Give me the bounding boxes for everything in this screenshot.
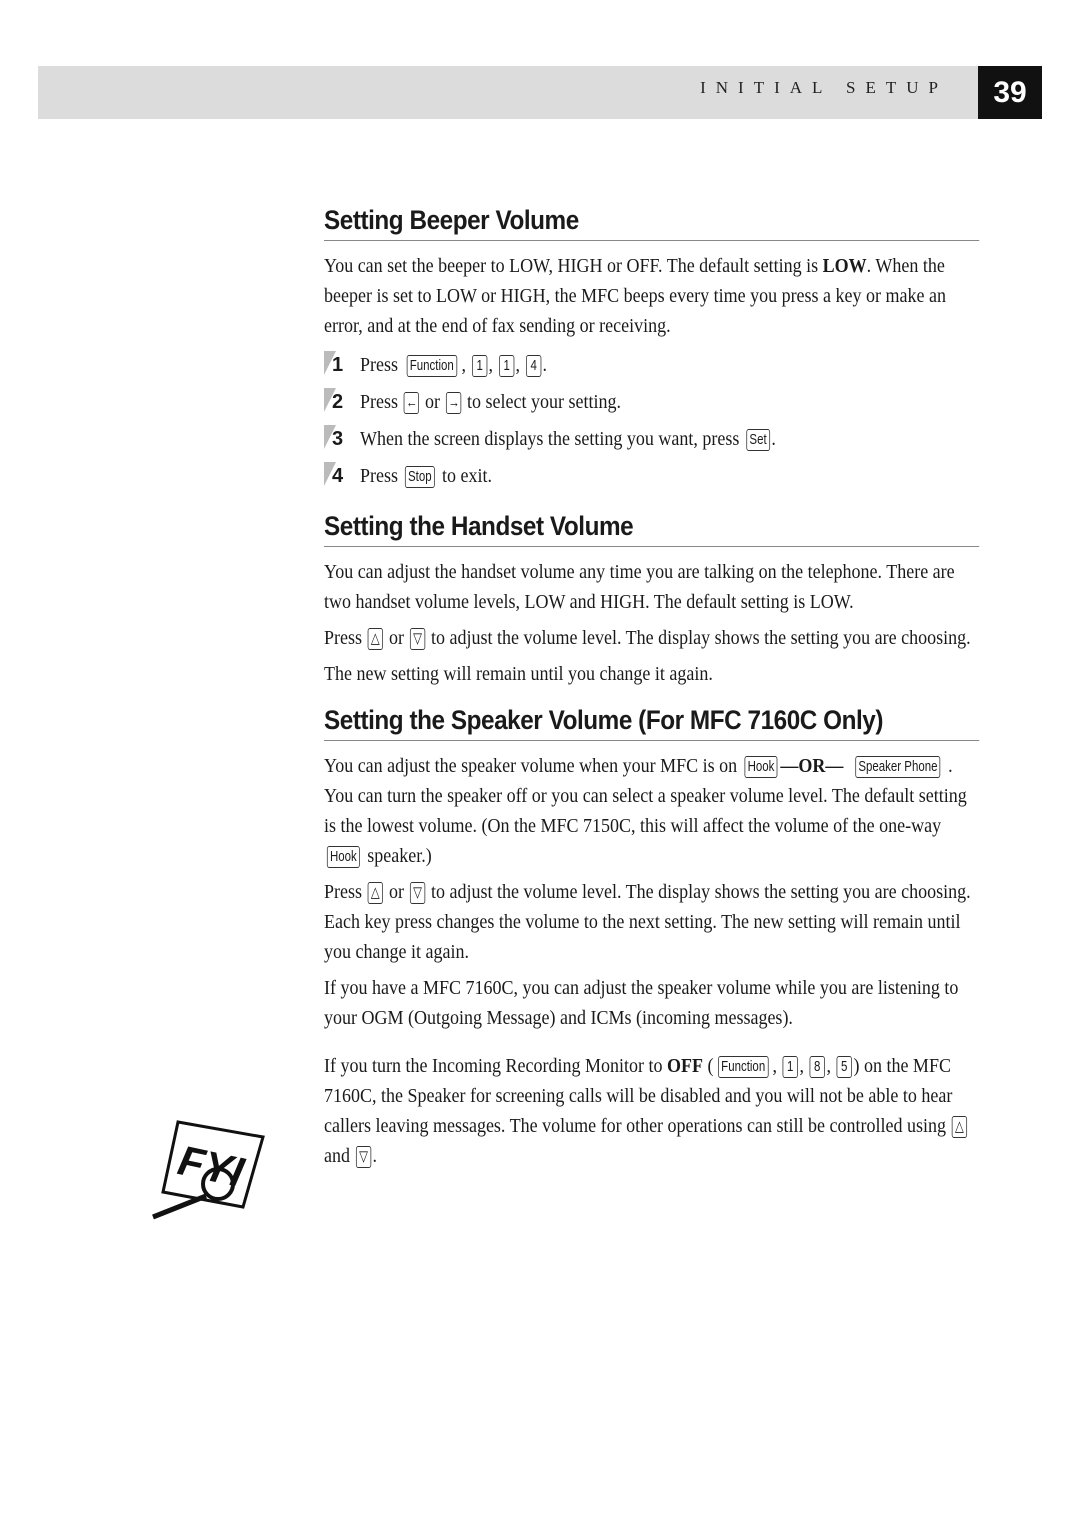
down-arrow-icon: ▽	[409, 882, 426, 904]
step-number: 1	[324, 351, 360, 377]
key-8: 8	[809, 1056, 826, 1078]
step-4: 4 Press Stop to exit.	[324, 458, 980, 495]
fyi-magnifier-icon: FYI	[152, 1120, 265, 1220]
paragraph: Press △ or ▽ to adjust the volume level.…	[324, 881, 971, 963]
step-number: 3	[324, 425, 360, 451]
down-arrow-icon: ▽	[355, 1146, 372, 1168]
left-arrow-icon: ←	[403, 392, 420, 414]
key-5: 5	[836, 1056, 853, 1078]
paragraph: If you have a MFC 7160C, you can adjust …	[324, 977, 959, 1029]
paragraph: The new setting will remain until you ch…	[324, 663, 713, 685]
fyi-note: If you turn the Incoming Recording Monit…	[324, 1051, 979, 1171]
function-key: Function	[717, 1056, 769, 1078]
key-1: 1	[471, 355, 488, 377]
step-1: 1 Press Function, 1, 1, 4.	[324, 347, 980, 384]
stop-key: Stop	[405, 466, 435, 488]
paragraph: Press △ or ▽ to adjust the volume level.…	[324, 627, 971, 650]
section-speaker-volume: Setting the Speaker Volume (For MFC 7160…	[324, 705, 980, 1033]
paragraph: You can adjust the handset volume any ti…	[324, 561, 955, 613]
page-number: 39	[978, 66, 1042, 119]
speaker-phone-key: Speaker Phone	[855, 756, 941, 778]
step-number: 2	[324, 388, 360, 414]
hook-key: Hook	[744, 756, 778, 778]
section-title: Setting the Speaker Volume (For MFC 7160…	[324, 705, 980, 741]
section-title: Setting the Handset Volume	[324, 511, 980, 547]
paragraph: You can adjust the speaker volume when y…	[324, 755, 967, 868]
hook-key: Hook	[326, 846, 360, 868]
section-title: Setting Beeper Volume	[324, 205, 980, 241]
paragraph: You can set the beeper to LOW, HIGH or O…	[324, 255, 947, 337]
section-beeper-volume: Setting Beeper Volume You can set the be…	[324, 205, 980, 495]
page-content: Setting Beeper Volume You can set the be…	[324, 205, 980, 1177]
step-number: 4	[324, 462, 360, 488]
step-2: 2 Press ← or → to select your setting.	[324, 384, 980, 421]
set-key: Set	[745, 429, 770, 451]
section-label: INITIAL SETUP	[700, 78, 948, 97]
key-1: 1	[498, 355, 515, 377]
function-key: Function	[406, 355, 458, 377]
up-arrow-icon: △	[951, 1116, 968, 1138]
up-arrow-icon: △	[367, 628, 384, 650]
key-1: 1	[782, 1056, 799, 1078]
step-3: 3 When the screen displays the setting y…	[324, 421, 980, 458]
key-4: 4	[525, 355, 542, 377]
down-arrow-icon: ▽	[409, 628, 426, 650]
right-arrow-icon: →	[445, 392, 462, 414]
up-arrow-icon: △	[367, 882, 384, 904]
section-handset-volume: Setting the Handset Volume You can adjus…	[324, 511, 980, 689]
